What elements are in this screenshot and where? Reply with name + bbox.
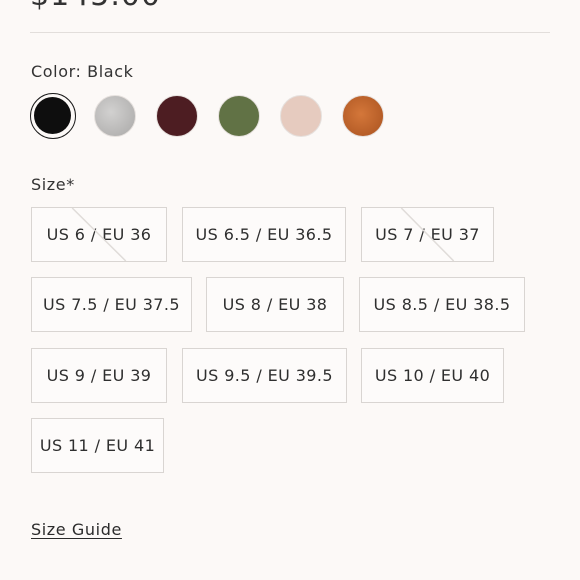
size-option-label: US 7.5 / EU 37.5 <box>43 295 180 314</box>
size-option-label: US 9 / EU 39 <box>46 366 152 385</box>
swatch-olive[interactable] <box>216 93 262 139</box>
swatch-blush-fill <box>280 95 322 137</box>
swatch-blush[interactable] <box>278 93 324 139</box>
size-option-us7[interactable]: US 7 / EU 37 <box>361 207 494 262</box>
size-option-us6-5[interactable]: US 6.5 / EU 36.5 <box>182 207 346 262</box>
size-option-label: US 8.5 / EU 38.5 <box>373 295 511 314</box>
size-option-us10[interactable]: US 10 / EU 40 <box>361 348 504 403</box>
product-price: $145.00 <box>30 0 161 13</box>
swatch-black[interactable] <box>30 93 76 139</box>
swatch-burgundy[interactable] <box>154 93 200 139</box>
size-option-label: US 9.5 / EU 39.5 <box>196 366 333 385</box>
size-option-us8[interactable]: US 8 / EU 38 <box>206 277 344 332</box>
size-option-label: US 10 / EU 40 <box>374 366 491 385</box>
size-option-label: US 6 / EU 36 <box>46 225 152 244</box>
size-option-label: US 7 / EU 37 <box>375 225 480 244</box>
swatch-black-fill <box>34 97 71 134</box>
size-option-label: US 11 / EU 41 <box>39 436 156 455</box>
swatch-grey-fill <box>94 95 136 137</box>
swatch-cognac[interactable] <box>340 93 386 139</box>
size-guide-link[interactable]: Size Guide <box>31 520 122 539</box>
swatch-grey[interactable] <box>92 93 138 139</box>
divider <box>30 32 550 33</box>
color-label: Color: Black <box>31 62 134 81</box>
swatch-cognac-fill <box>342 95 384 137</box>
size-option-us8-5[interactable]: US 8.5 / EU 38.5 <box>359 277 525 332</box>
size-option-us9-5[interactable]: US 9.5 / EU 39.5 <box>182 348 347 403</box>
size-option-label: US 6.5 / EU 36.5 <box>195 225 333 244</box>
size-option-us9[interactable]: US 9 / EU 39 <box>31 348 167 403</box>
size-option-us6[interactable]: US 6 / EU 36 <box>31 207 167 262</box>
swatch-olive-fill <box>218 95 260 137</box>
size-option-us11[interactable]: US 11 / EU 41 <box>31 418 164 473</box>
swatch-burgundy-fill <box>156 95 198 137</box>
size-option-label: US 8 / EU 38 <box>222 295 328 314</box>
size-label: Size* <box>31 175 75 194</box>
size-option-us7-5[interactable]: US 7.5 / EU 37.5 <box>31 277 192 332</box>
